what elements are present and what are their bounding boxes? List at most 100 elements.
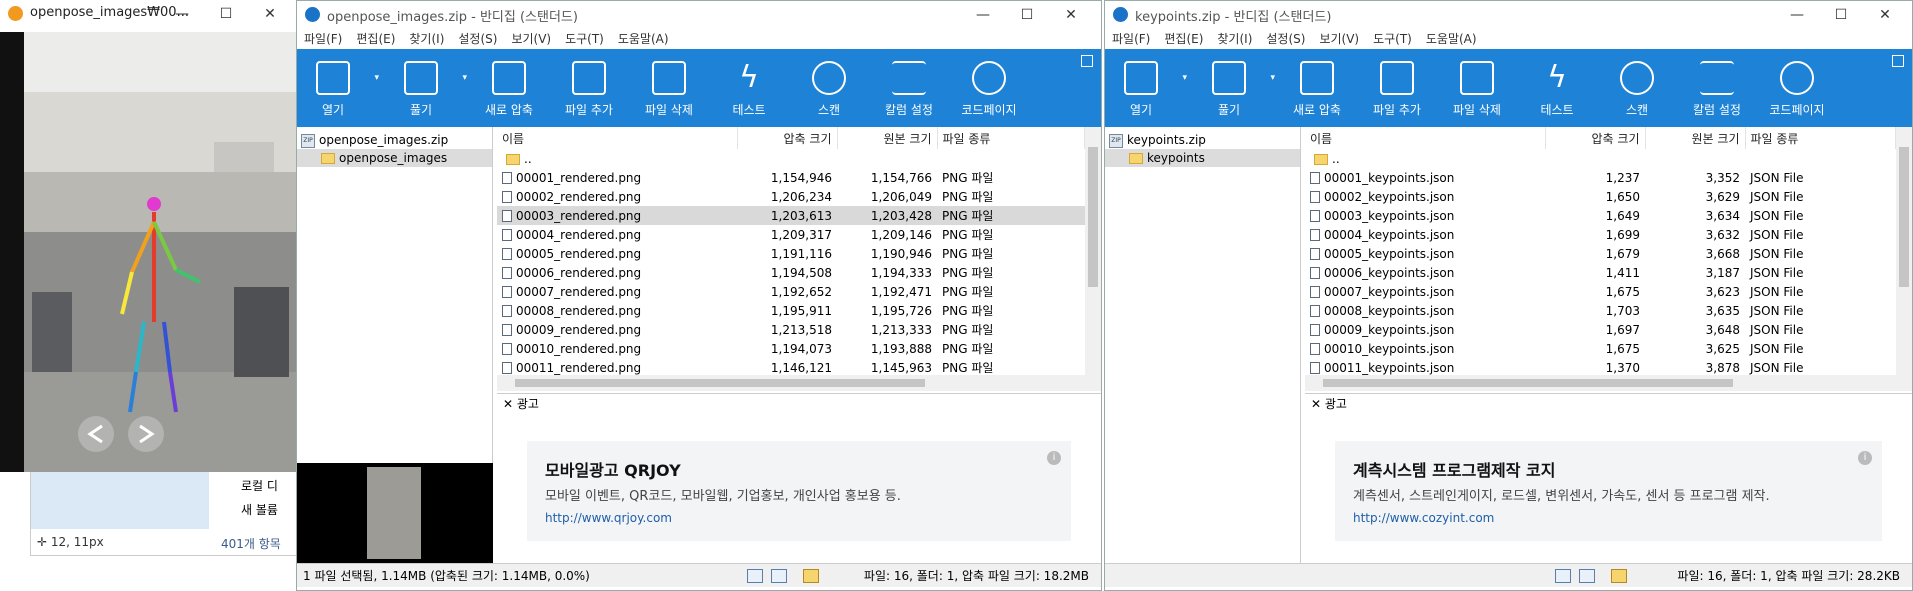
file-row[interactable]: 00001_rendered.png 1,154,946 1,154,766 PNG … bbox=[497, 168, 1085, 187]
menu-find[interactable]: 찾기(I) bbox=[402, 29, 451, 49]
archive-info-icon[interactable] bbox=[1611, 569, 1627, 583]
extract-dropdown-icon[interactable]: ▾ bbox=[462, 73, 467, 83]
win2-ad-link[interactable]: http://www.cozyint.com bbox=[1353, 511, 1494, 525]
extract-dropdown-icon[interactable]: ▾ bbox=[1270, 73, 1275, 83]
file-row[interactable]: 00010_keypoints.json 1,675 3,625 JSON File bbox=[1305, 339, 1896, 358]
file-row[interactable]: 00008_rendered.png 1,195,911 1,195,726 PNG … bbox=[497, 301, 1085, 320]
open-button[interactable]: 열기 ▾ bbox=[1105, 49, 1187, 127]
menu-find[interactable]: 찾기(I) bbox=[1210, 29, 1259, 49]
menu-tools[interactable]: 도구(T) bbox=[1366, 29, 1419, 49]
maximize-button[interactable]: ☐ bbox=[204, 3, 248, 25]
ad-info-icon[interactable]: i bbox=[1047, 451, 1061, 465]
file-row[interactable]: 00001_keypoints.json 1,237 3,352 JSON File bbox=[1305, 168, 1896, 187]
win2-horizontal-scrollbar[interactable] bbox=[1305, 375, 1912, 391]
add-file-button[interactable]: 파일 추가 bbox=[553, 49, 625, 127]
win2-maximize-button[interactable]: ☐ bbox=[1819, 4, 1863, 26]
open-dropdown-icon[interactable]: ▾ bbox=[374, 73, 379, 83]
explorer-item-new-volume[interactable]: 새 볼륨 bbox=[241, 501, 278, 518]
win2-vertical-scrollbar[interactable] bbox=[1896, 127, 1912, 375]
archive-info-icon[interactable] bbox=[803, 569, 819, 583]
file-row[interactable]: 00004_rendered.png 1,209,317 1,209,146 PNG … bbox=[497, 225, 1085, 244]
view-details-icon[interactable] bbox=[1555, 569, 1571, 583]
ad-info-icon[interactable]: i bbox=[1858, 451, 1872, 465]
col-original-size[interactable]: 원본 크기 bbox=[1645, 127, 1746, 149]
menu-file[interactable]: 파일(F) bbox=[297, 29, 349, 49]
win1-horizontal-scrollbar[interactable] bbox=[497, 375, 1101, 391]
tree-item-folder[interactable]: keypoints bbox=[1105, 149, 1300, 167]
win2-vscroll-thumb[interactable] bbox=[1899, 147, 1909, 287]
file-row[interactable]: 00003_keypoints.json 1,649 3,634 JSON File bbox=[1305, 206, 1896, 225]
delete-file-button[interactable]: 파일 삭제 bbox=[1441, 49, 1513, 127]
layout-toggle-icon[interactable] bbox=[1081, 55, 1093, 67]
file-row[interactable]: 00006_rendered.png 1,194,508 1,194,333 PNG … bbox=[497, 263, 1085, 282]
file-row[interactable]: 00006_keypoints.json 1,411 3,187 JSON File bbox=[1305, 263, 1896, 282]
test-button[interactable]: ϟ 테스트 bbox=[713, 49, 785, 127]
scan-button[interactable]: 스캔 bbox=[793, 49, 865, 127]
file-row[interactable]: 00003_rendered.png 1,203,613 1,203,428 PNG … bbox=[497, 206, 1085, 225]
extract-button[interactable]: 풀기 ▾ bbox=[1193, 49, 1275, 127]
col-packed-size[interactable]: 압축 크기 bbox=[737, 127, 838, 149]
menu-help[interactable]: 도움말(A) bbox=[611, 29, 676, 49]
col-name[interactable]: 이름 bbox=[1305, 127, 1546, 149]
menu-view[interactable]: 보기(V) bbox=[504, 29, 558, 49]
close-button[interactable]: ✕ bbox=[248, 3, 292, 25]
new-archive-button[interactable]: 새로 압축 bbox=[1281, 49, 1353, 127]
add-file-button[interactable]: 파일 추가 bbox=[1361, 49, 1433, 127]
win1-maximize-button[interactable]: ☐ bbox=[1005, 4, 1049, 26]
new-archive-button[interactable]: 새로 압축 bbox=[473, 49, 545, 127]
col-file-type[interactable]: 파일 종류 bbox=[1745, 127, 1896, 149]
file-row[interactable]: 00009_keypoints.json 1,697 3,648 JSON File bbox=[1305, 320, 1896, 339]
menu-edit[interactable]: 편집(E) bbox=[349, 29, 402, 49]
col-name[interactable]: 이름 bbox=[497, 127, 738, 149]
menu-edit[interactable]: 편집(E) bbox=[1157, 29, 1210, 49]
scan-button[interactable]: 스캔 bbox=[1601, 49, 1673, 127]
win1-close-button[interactable]: ✕ bbox=[1049, 4, 1093, 26]
file-row[interactable]: 00002_keypoints.json 1,650 3,629 JSON File bbox=[1305, 187, 1896, 206]
win2-hscroll-thumb[interactable] bbox=[1323, 379, 1733, 387]
view-details-icon[interactable] bbox=[747, 569, 763, 583]
layout-toggle-icon[interactable] bbox=[1892, 55, 1904, 67]
file-row[interactable]: 00009_rendered.png 1,213,518 1,213,333 PNG … bbox=[497, 320, 1085, 339]
column-settings-button[interactable]: 칼럼 설정 bbox=[873, 49, 945, 127]
ad-close-icon[interactable]: ✕ bbox=[503, 397, 513, 411]
win2-close-button[interactable]: ✕ bbox=[1863, 4, 1907, 26]
win1-ad-box[interactable]: 모바일광고 QRJOY 모바일 이벤트, QR코드, 모바일웹, 기업홍보, 개… bbox=[527, 441, 1071, 541]
col-packed-size[interactable]: 압축 크기 bbox=[1545, 127, 1646, 149]
win1-vscroll-thumb[interactable] bbox=[1088, 147, 1098, 287]
view-preview-icon[interactable] bbox=[1579, 569, 1595, 583]
delete-file-button[interactable]: 파일 삭제 bbox=[633, 49, 705, 127]
win2-ad-box[interactable]: 계측시스템 프로그램제작 코지 계측센서, 스트레인게이지, 로드셀, 변위센서… bbox=[1335, 441, 1882, 541]
file-row[interactable]: 00007_rendered.png 1,192,652 1,192,471 PNG … bbox=[497, 282, 1085, 301]
menu-file[interactable]: 파일(F) bbox=[1105, 29, 1157, 49]
menu-settings[interactable]: 설정(S) bbox=[451, 29, 504, 49]
menu-view[interactable]: 보기(V) bbox=[1312, 29, 1366, 49]
parent-folder-row[interactable]: .. bbox=[497, 149, 1085, 168]
ad-close-icon[interactable]: ✕ bbox=[1311, 397, 1321, 411]
col-file-type[interactable]: 파일 종류 bbox=[937, 127, 1085, 149]
test-button[interactable]: ϟ 테스트 bbox=[1521, 49, 1593, 127]
open-dropdown-icon[interactable]: ▾ bbox=[1182, 73, 1187, 83]
file-row[interactable]: 00004_keypoints.json 1,699 3,632 JSON File bbox=[1305, 225, 1896, 244]
tree-item-archive[interactable]: ZIP keypoints.zip bbox=[1105, 131, 1300, 149]
parent-folder-row[interactable]: .. bbox=[1305, 149, 1896, 168]
view-preview-icon[interactable] bbox=[771, 569, 787, 583]
win1-vertical-scrollbar[interactable] bbox=[1085, 127, 1101, 375]
codepage-button[interactable]: 코드페이지 bbox=[953, 49, 1025, 127]
file-row[interactable]: 00007_keypoints.json 1,675 3,623 JSON File bbox=[1305, 282, 1896, 301]
win1-minimize-button[interactable]: — bbox=[961, 4, 1005, 26]
menu-tools[interactable]: 도구(T) bbox=[558, 29, 611, 49]
file-row[interactable]: 00005_keypoints.json 1,679 3,668 JSON File bbox=[1305, 244, 1896, 263]
win1-ad-link[interactable]: http://www.qrjoy.com bbox=[545, 511, 672, 525]
menu-help[interactable]: 도움말(A) bbox=[1419, 29, 1484, 49]
tree-item-archive[interactable]: ZIP openpose_images.zip bbox=[297, 131, 492, 149]
codepage-button[interactable]: 코드페이지 bbox=[1761, 49, 1833, 127]
file-row[interactable]: 00005_rendered.png 1,191,116 1,190,946 PNG … bbox=[497, 244, 1085, 263]
minimize-button[interactable]: — bbox=[160, 3, 204, 25]
menu-settings[interactable]: 설정(S) bbox=[1259, 29, 1312, 49]
column-settings-button[interactable]: 칼럼 설정 bbox=[1681, 49, 1753, 127]
file-row[interactable]: 00002_rendered.png 1,206,234 1,206,049 PNG … bbox=[497, 187, 1085, 206]
file-row[interactable]: 00008_keypoints.json 1,703 3,635 JSON File bbox=[1305, 301, 1896, 320]
open-button[interactable]: 열기 ▾ bbox=[297, 49, 379, 127]
viewer-next-icon[interactable] bbox=[128, 416, 164, 452]
file-row[interactable]: 00010_rendered.png 1,194,073 1,193,888 PNG … bbox=[497, 339, 1085, 358]
